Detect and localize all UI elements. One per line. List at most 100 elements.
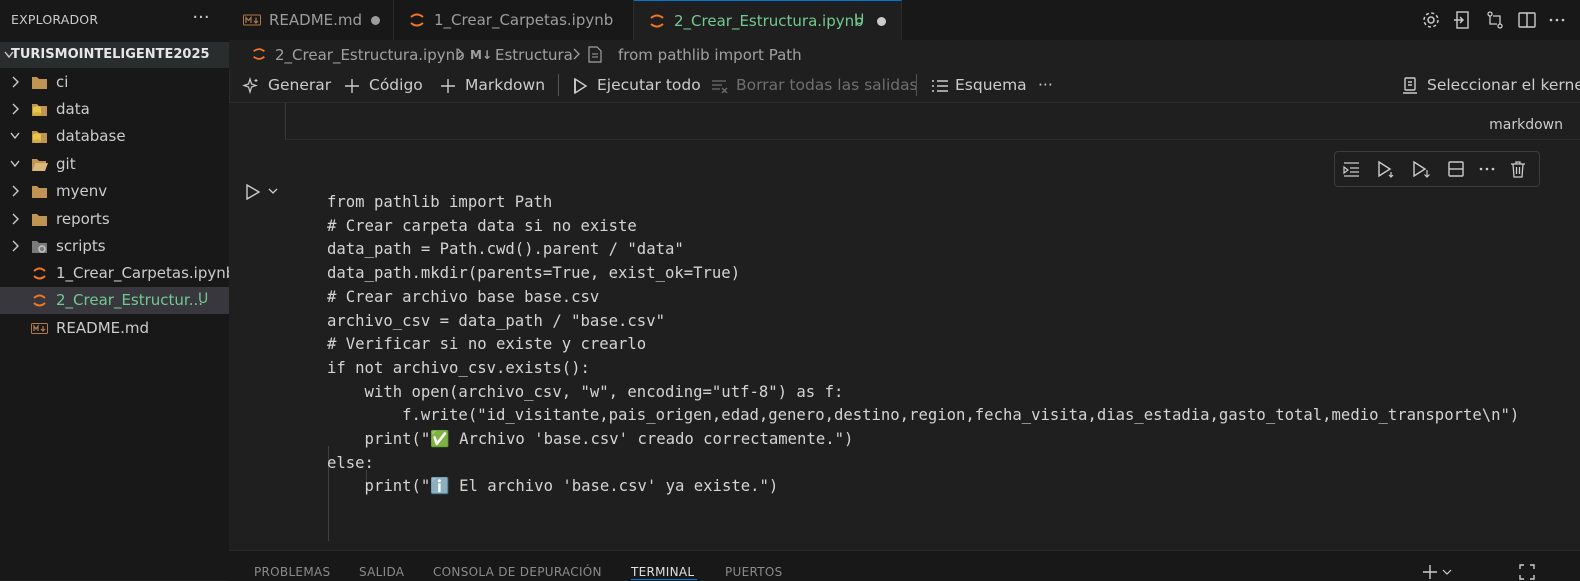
run-all-button[interactable]: Ejecutar todo — [571, 74, 701, 98]
split-cell-icon[interactable] — [1446, 159, 1466, 179]
chevron-down-icon — [10, 132, 20, 140]
add-code-button[interactable]: Código — [342, 74, 432, 98]
cell-language-label[interactable]: markdown — [1489, 117, 1563, 133]
tree-item-notebook-2[interactable]: 2_Crear_Estructur... U — [0, 287, 229, 314]
editor-tab-bar: README.md 1_Crear_Carpetas.ipynb 2_Crear… — [229, 0, 1580, 41]
folder-icon — [32, 214, 47, 226]
unsaved-dot-icon[interactable] — [877, 17, 886, 26]
chevron-down-icon — [10, 160, 20, 168]
add-markdown-button[interactable]: Markdown — [438, 74, 554, 98]
markdown-section-icon: M↓ — [470, 48, 492, 62]
tree-item-database[interactable]: database — [0, 123, 229, 150]
code-line: # Crear archivo base base.csv — [327, 287, 600, 306]
generate-button[interactable]: Generar — [241, 74, 341, 98]
run-below-icon[interactable] — [1376, 159, 1396, 179]
run-above-icon[interactable] — [1342, 159, 1362, 179]
notebook-toolbar: Generar Código Markdown Ejecutar todo Bo… — [229, 70, 1580, 103]
open-changes-icon[interactable] — [1453, 10, 1473, 30]
folder-open-icon — [32, 159, 48, 171]
more-actions-button[interactable]: ··· — [1038, 74, 1062, 98]
toolbar-divider — [916, 74, 917, 96]
tree-item-data[interactable]: data — [0, 96, 229, 123]
tree-item-myenv[interactable]: myenv — [0, 178, 229, 205]
explorer-sidebar: EXPLORADOR ··· TURISMOINTELIGENTE2025 ci… — [0, 0, 235, 580]
add-code-label: Código — [369, 76, 423, 94]
run-cell-icon[interactable] — [243, 182, 263, 202]
tree-item-label: database — [56, 127, 126, 145]
tree-item-readme[interactable]: README.md — [0, 315, 229, 342]
breadcrumb-file[interactable]: 2_Crear_Estructura.ipynb — [275, 46, 465, 64]
breadcrumb-cell[interactable]: from pathlib import Path — [618, 46, 802, 64]
clear-outputs-button[interactable]: Borrar todas las salidas — [710, 74, 918, 98]
tab-label: 1_Crear_Carpetas.ipynb — [434, 11, 614, 29]
chevron-right-icon — [12, 185, 19, 197]
compare-changes-icon[interactable] — [1485, 10, 1505, 30]
code-line: # Crear carpeta data si no existe — [327, 216, 637, 235]
code-line: with open(archivo_csv, "w", encoding="ut… — [327, 382, 844, 401]
jupyter-icon — [33, 267, 46, 280]
tab-notebook-2[interactable]: 2_Crear_Estructura.ipynb U — [634, 0, 902, 41]
tab-terminal[interactable]: TERMINAL — [631, 565, 694, 579]
plus-icon — [441, 79, 455, 93]
file-icon — [588, 46, 602, 63]
tree-item-notebook-1[interactable]: 1_Crear_Carpetas.ipynb — [0, 260, 235, 287]
trash-icon[interactable] — [1508, 159, 1528, 179]
select-kernel-label: Seleccionar el kernel — [1427, 76, 1580, 94]
tree-item-scripts[interactable]: scripts — [0, 233, 229, 260]
ellipsis-icon[interactable] — [1547, 10, 1567, 30]
run-all-label: Ejecutar todo — [597, 76, 701, 94]
tree-item-label: 2_Crear_Estructur... — [56, 291, 204, 309]
plus-icon[interactable] — [1421, 563, 1439, 581]
markdown-icon — [243, 14, 261, 26]
database-folder-icon — [32, 104, 47, 116]
tree-item-git[interactable]: git — [0, 151, 229, 178]
explorer-title: EXPLORADOR — [11, 12, 99, 27]
code-editor[interactable]: from pathlib import Path # Crear carpeta … — [327, 191, 1519, 499]
tab-readme[interactable]: README.md — [229, 0, 394, 40]
plus-icon — [345, 79, 359, 93]
execute-below-icon[interactable] — [1411, 159, 1431, 179]
code-line: data_path = Path.cwd().parent / "data" — [327, 240, 684, 259]
chevron-down-icon[interactable] — [1442, 567, 1452, 577]
notebook-editor: markdown from pathlib import Path # Crear… — [229, 103, 1580, 550]
code-line: print("ℹ️ El archivo 'base.csv' ya exist… — [327, 477, 779, 496]
tab-puertos[interactable]: PUERTOS — [725, 565, 783, 579]
code-line: f.write("id_visitante,pais_origen,edad,g… — [327, 406, 1520, 425]
maximize-icon[interactable] — [1518, 563, 1536, 581]
tab-consola-depuracion[interactable]: CONSOLA DE DEPURACIÓN — [433, 565, 602, 579]
workspace-root-label: TURISMOINTELIGENTE2025 — [11, 47, 210, 62]
breadcrumb-section[interactable]: Estructura — [495, 46, 573, 64]
tab-label: 2_Crear_Estructura.ipynb — [674, 12, 864, 30]
tree-item-label: README.md — [56, 319, 150, 337]
markdown-cell[interactable]: markdown — [285, 103, 1580, 140]
list-icon — [932, 80, 948, 92]
tab-salida[interactable]: SALIDA — [359, 565, 404, 579]
ellipsis-icon[interactable] — [1477, 159, 1497, 179]
jupyter-icon — [33, 294, 46, 307]
unsaved-dot-icon[interactable] — [371, 16, 380, 25]
bottom-panel: PROBLEMAS SALIDA CONSOLA DE DEPURACIÓN T… — [229, 550, 1580, 581]
chevron-right-icon — [12, 76, 19, 88]
tab-label: README.md — [269, 11, 363, 29]
database-folder-open-icon — [32, 131, 47, 143]
tree-item-label: git — [56, 155, 76, 173]
tree-item-reports[interactable]: reports — [0, 206, 229, 233]
tab-problemas[interactable]: PROBLEMAS — [254, 565, 330, 579]
gear-icon[interactable] — [1421, 10, 1441, 30]
generate-label: Generar — [268, 76, 332, 94]
kernel-icon — [1403, 77, 1417, 94]
run-all-icon — [574, 77, 588, 95]
ellipsis-icon[interactable]: ··· — [188, 5, 214, 31]
outline-button[interactable]: Esquema — [930, 74, 1027, 98]
tree-item-label: scripts — [56, 237, 106, 255]
scripts-folder-icon — [32, 241, 47, 253]
select-kernel-button[interactable]: Seleccionar el kernel — [1400, 74, 1580, 98]
chevron-down-icon[interactable] — [267, 185, 279, 197]
split-editor-icon[interactable] — [1517, 10, 1537, 30]
jupyter-icon — [253, 48, 265, 60]
tab-notebook-1[interactable]: 1_Crear_Carpetas.ipynb — [394, 0, 634, 40]
workspace-root[interactable]: TURISMOINTELIGENTE2025 — [0, 42, 229, 68]
clear-outputs-label: Borrar todas las salidas — [736, 76, 918, 94]
tree-item-ci[interactable]: ci — [0, 69, 229, 96]
jupyter-icon — [650, 14, 664, 28]
